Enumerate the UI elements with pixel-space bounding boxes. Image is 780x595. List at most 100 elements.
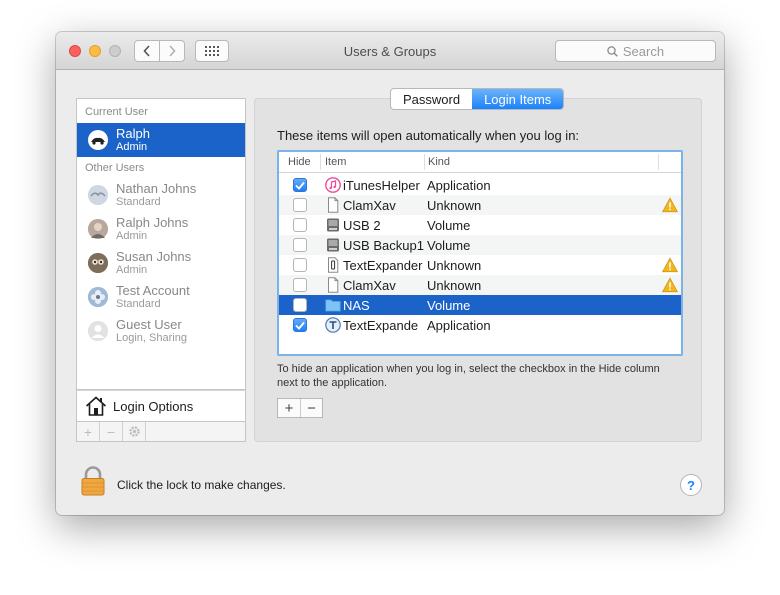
warning-icon [662,197,678,213]
seagull-icon [88,185,108,205]
user-name: Test Account [116,282,190,298]
folder-icon [325,297,341,313]
warning-icon [662,257,678,273]
table-row[interactable]: TextExpander Unknown [279,255,681,275]
itunes-icon [325,177,341,193]
lock-icon[interactable] [80,466,106,496]
car-badge-icon [88,130,108,150]
user-list: Current User Ralph Admin Other Users Nat… [76,98,246,390]
item-name: ClamXav [343,198,396,213]
help-button[interactable]: ? [680,474,702,496]
item-kind: Application [427,318,491,333]
hide-hint: To hide an application when you log in, … [277,363,660,389]
hide-checkbox[interactable] [293,178,307,192]
user-item[interactable]: Susan Johns Admin [77,246,245,280]
user-role: Admin [116,140,148,153]
hide-checkbox[interactable] [293,238,307,252]
item-name: USB Backup1 [343,238,424,253]
table-row[interactable]: NAS Volume [279,295,681,315]
user-item[interactable]: Ralph Johns Admin [77,212,245,246]
hide-checkbox[interactable] [293,198,307,212]
executable-icon [325,257,341,273]
user-role: Standard [116,195,161,208]
login-items-table: Hide Item Kind iTunesHelper Application … [277,150,683,356]
table-row[interactable]: iTunesHelper Application [279,175,681,195]
user-name: Ralph Johns [116,214,189,230]
tab-login-items[interactable]: Login Items [472,89,564,109]
warning-icon [662,277,678,293]
add-login-item-button[interactable]: + [278,399,300,417]
avatar [88,130,108,150]
login-options-item[interactable]: Login Options [76,390,246,422]
user-item-current[interactable]: Ralph Admin [77,123,245,157]
item-name: TextExpande [343,318,419,333]
lock-message: Click the lock to make changes. [117,478,286,492]
column-hide[interactable]: Hide [288,156,311,168]
user-role: Admin [116,263,148,276]
checkmark-icon [295,181,305,190]
add-user-button[interactable]: + [77,422,100,441]
search-icon [607,45,618,57]
person-silhouette-icon [88,321,108,341]
users-groups-window: Users & Groups Search Current User Ralph… [56,32,724,515]
other-users-label: Other Users [85,162,145,174]
remove-user-button[interactable]: − [100,422,123,441]
hide-checkbox[interactable] [293,258,307,272]
flower-icon [88,287,108,307]
hide-checkbox[interactable] [293,278,307,292]
column-item[interactable]: Item [325,156,346,168]
user-name: Nathan Johns [116,180,197,196]
column-divider [658,154,659,170]
avatar [88,185,108,205]
column-divider [320,154,321,170]
item-kind: Application [427,178,491,193]
hide-checkbox[interactable] [293,218,307,232]
textexpander-icon [325,317,341,333]
user-item[interactable]: Test Account Standard [77,280,245,314]
document-icon [325,277,341,293]
user-name: Susan Johns [116,248,192,264]
user-name: Ralph [116,125,150,141]
tab-password[interactable]: Password [391,89,472,109]
table-row[interactable]: ClamXav Unknown [279,195,681,215]
user-role: Standard [116,297,161,310]
item-kind: Unknown [427,278,482,293]
avatar [88,219,108,239]
user-item[interactable]: Nathan Johns Standard [77,178,245,212]
item-name: NAS [343,298,370,313]
item-name: ClamXav [343,278,396,293]
remove-login-item-button[interactable]: − [300,399,322,417]
document-icon [325,197,341,213]
item-name: USB 2 [343,218,381,233]
avatar [88,253,108,273]
drive-icon [325,237,341,253]
gear-icon [128,426,140,437]
table-row[interactable]: USB 2 Volume [279,215,681,235]
column-kind[interactable]: Kind [428,156,450,168]
user-name: Guest User [116,316,182,332]
item-name: TextExpander [343,258,423,273]
table-row[interactable]: TextExpande Application [279,315,681,335]
drive-icon [325,217,341,233]
item-kind: Volume [427,218,471,233]
current-user-label: Current User [85,106,148,118]
search-field[interactable]: Search [555,40,716,62]
login-items-message: These items will open automatically when… [277,128,580,143]
table-header: Hide Item Kind [279,152,681,173]
tab-bar: Password Login Items [390,88,565,110]
hide-checkbox[interactable] [293,318,307,332]
user-item[interactable]: Guest User Login, Sharing [77,314,245,348]
avatar [88,321,108,341]
login-items-toolbar: + − [277,398,323,418]
search-placeholder: Search [622,43,665,59]
user-role: Login, Sharing [116,331,187,344]
table-row[interactable]: USB Backup1 Volume [279,235,681,255]
login-options-label: Login Options [113,398,194,414]
user-actions-button[interactable] [123,422,146,441]
owl-icon [88,253,108,273]
item-name: iTunesHelper [343,178,420,193]
column-divider [424,154,425,170]
table-row[interactable]: ClamXav Unknown [279,275,681,295]
item-kind: Volume [427,238,471,253]
hide-checkbox[interactable] [293,298,307,312]
